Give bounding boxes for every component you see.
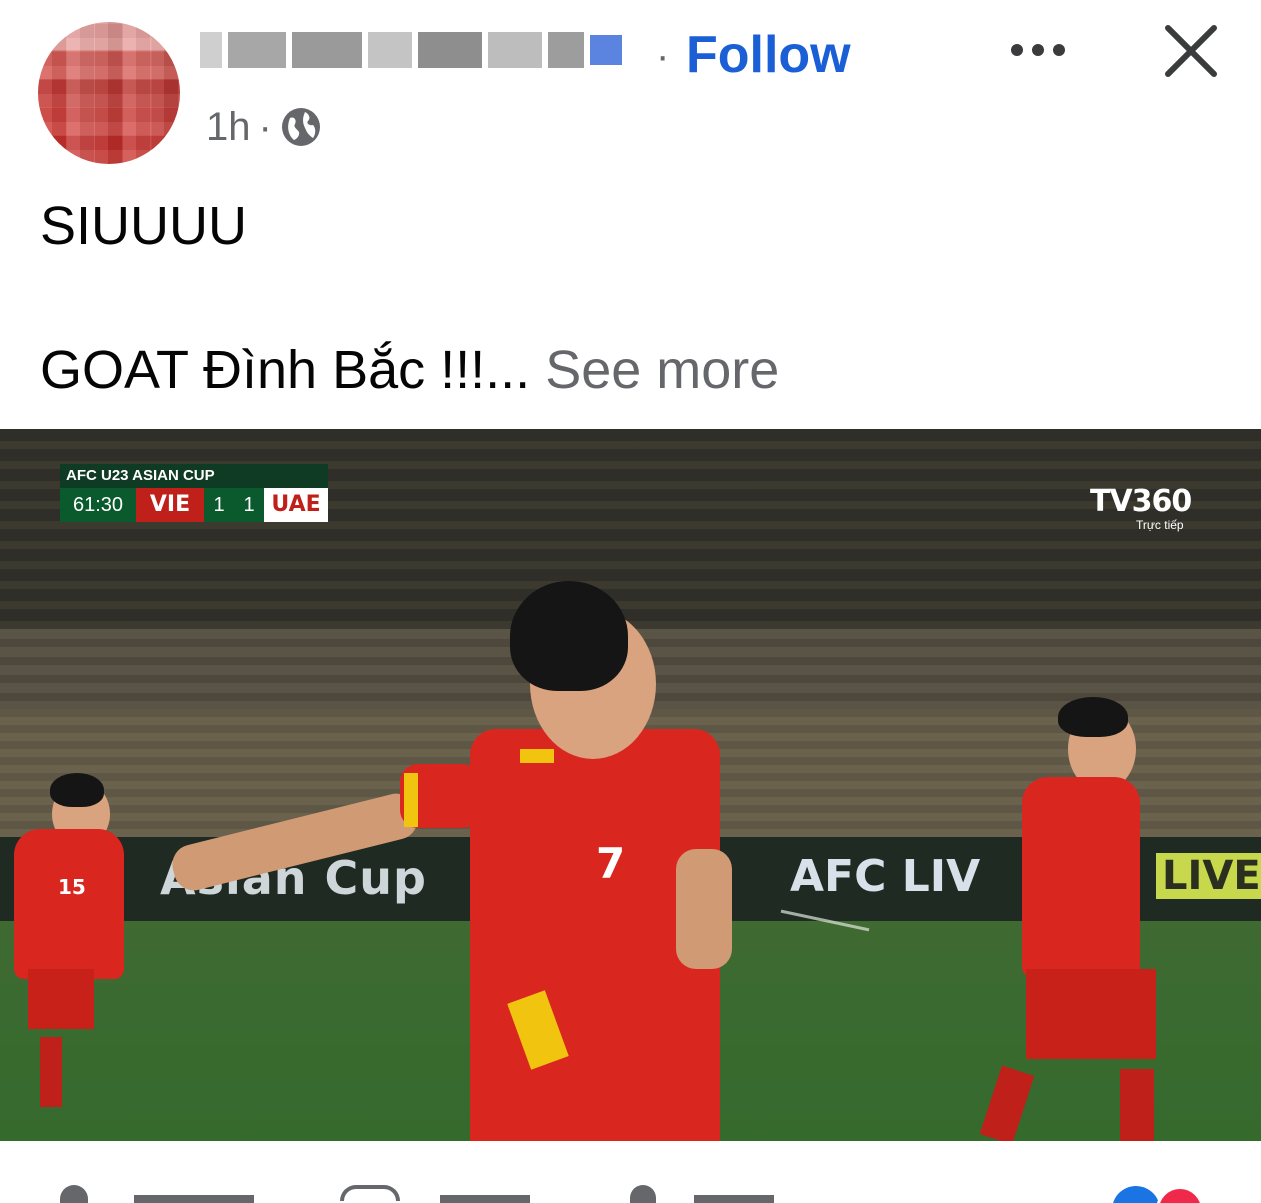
- broadcaster-live-label: Trực tiếp: [1136, 518, 1184, 532]
- jersey-number: 15: [58, 875, 86, 899]
- like-count-hint: [134, 1195, 254, 1203]
- more-horizontal-icon: [1011, 44, 1023, 56]
- player-shorts: [28, 969, 94, 1029]
- share-icon[interactable]: [630, 1185, 656, 1203]
- player-hair: [1058, 697, 1128, 737]
- comment-count-hint: [440, 1195, 530, 1203]
- scoreboard-competition: AFC U23 ASIAN CUP: [60, 464, 328, 488]
- more-options-button[interactable]: [1000, 30, 1076, 70]
- see-more-link[interactable]: See more: [545, 340, 779, 400]
- ad-board-live: LIVE: [1156, 853, 1261, 899]
- ad-board-afc-live: AFC LIV: [790, 851, 981, 902]
- like-icon[interactable]: [60, 1185, 88, 1203]
- share-count-hint: [694, 1195, 774, 1203]
- globe-icon[interactable]: [280, 106, 322, 148]
- more-horizontal-icon: [1053, 44, 1065, 56]
- post-text-line-1: SIUUUU: [40, 196, 248, 256]
- scoreboard-home-score: 1: [204, 488, 234, 522]
- more-horizontal-icon: [1032, 44, 1044, 56]
- scoreboard: AFC U23 ASIAN CUP 61:30 VIE 1 1 UAE: [60, 464, 328, 522]
- jersey-stripe: [404, 773, 418, 827]
- author-name-blurred[interactable]: [200, 22, 640, 78]
- follow-separator: ·: [656, 34, 670, 78]
- scoreboard-away-score: 1: [234, 488, 264, 522]
- jersey-stripe: [520, 749, 554, 763]
- stadium-stands-upper: [0, 429, 1261, 629]
- player-jersey: [1022, 777, 1140, 977]
- post-meta: 1h ·: [206, 104, 322, 150]
- broadcaster-logo: TV360 Trực tiếp: [1090, 484, 1192, 532]
- avatar[interactable]: [38, 22, 180, 164]
- close-button[interactable]: [1158, 18, 1224, 84]
- player-hair: [510, 581, 628, 691]
- follow-button[interactable]: Follow: [686, 26, 851, 84]
- player-shorts: [1026, 969, 1156, 1059]
- post-actions-bar: [0, 1141, 1261, 1203]
- jersey-number: 7: [596, 839, 626, 888]
- scoreboard-home-team: VIE: [136, 488, 204, 522]
- player-hair: [50, 773, 104, 807]
- post-text-body: GOAT Đình Bắc !!!...: [40, 340, 531, 400]
- close-icon: [1165, 25, 1217, 77]
- scoreboard-clock: 61:30: [60, 488, 136, 522]
- post-text-line-2: GOAT Đình Bắc !!!... See more: [40, 340, 779, 400]
- player-sock: [1120, 1069, 1154, 1141]
- scoreboard-row: 61:30 VIE 1 1 UAE: [60, 488, 328, 522]
- post-header: · Follow 1h ·: [0, 0, 1261, 170]
- comment-icon[interactable]: [340, 1185, 400, 1201]
- player-sock: [40, 1037, 62, 1107]
- post-image[interactable]: Asian Cup AFC LIV LIVE 7 15 AFC U23 ASIA…: [0, 429, 1261, 1141]
- player-arm: [676, 849, 732, 969]
- broadcaster-logo-text: TV360: [1090, 484, 1192, 519]
- meta-separator: ·: [258, 104, 272, 149]
- post-time[interactable]: 1h: [206, 105, 251, 150]
- player-jersey: [14, 829, 124, 979]
- scoreboard-away-team: UAE: [264, 488, 328, 522]
